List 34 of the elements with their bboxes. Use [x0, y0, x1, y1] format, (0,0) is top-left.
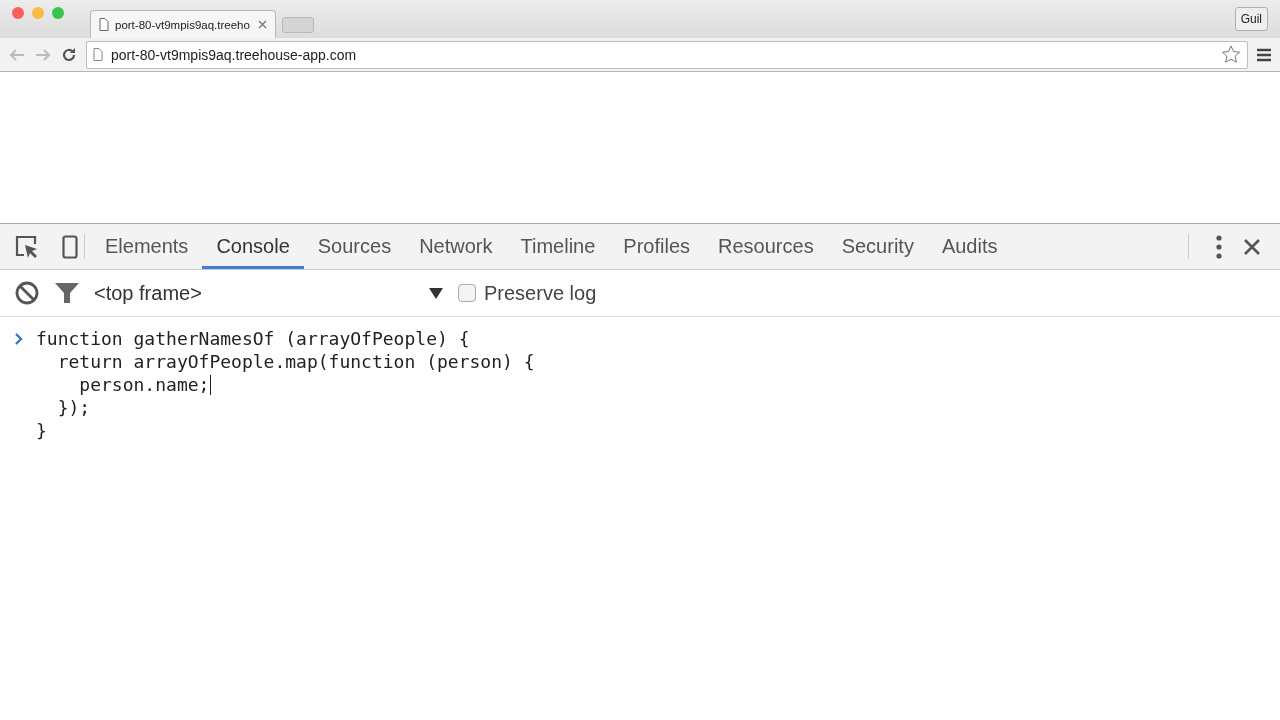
devtools-tab[interactable]: Timeline: [506, 224, 610, 269]
checkbox-label: Preserve log: [484, 281, 597, 305]
close-icon[interactable]: [1243, 237, 1261, 256]
code-line: });: [56, 396, 91, 419]
devtools-tab[interactable]: Security: [827, 224, 928, 269]
star-icon[interactable]: [1221, 45, 1241, 64]
devtools-tab[interactable]: Elements: [91, 224, 203, 269]
devtools-tab[interactable]: Sources: [303, 224, 406, 269]
code-line: function gatherNamesOf (arrayOfPeople) {: [36, 327, 470, 350]
devtools-tab[interactable]: Audits: [927, 224, 1012, 269]
close-icon[interactable]: [258, 20, 267, 29]
code-line: person.name;: [78, 373, 210, 396]
preserve-log-checkbox[interactable]: [458, 284, 476, 302]
more-icon[interactable]: [1215, 233, 1223, 260]
context-selector[interactable]: <top frame>: [94, 281, 414, 305]
clear-icon[interactable]: [14, 280, 40, 306]
prompt-icon: [14, 332, 24, 346]
tab-title: port-80-vt9mpis9aq.treeho: [115, 18, 251, 31]
device-icon[interactable]: [62, 234, 78, 259]
page-icon: [93, 48, 103, 61]
dropdown-caret-icon[interactable]: [428, 286, 444, 300]
devtools-tab[interactable]: Resources: [704, 224, 828, 269]
browser-tab[interactable]: port-80-vt9mpis9aq.treeho: [90, 10, 276, 38]
inspect-icon[interactable]: [14, 233, 40, 260]
code-line: return arrayOfPeople.map(function (person) {: [56, 350, 535, 373]
devtools-tab[interactable]: Network: [405, 224, 507, 269]
page-icon: [99, 18, 109, 31]
address-bar[interactable]: port-80-vt9mpis9aq.treehouse-app.com: [86, 40, 1248, 69]
devtools-tab[interactable]: Profiles: [609, 224, 705, 269]
devtools-tab[interactable]: Console: [202, 224, 304, 269]
menu-icon[interactable]: [1256, 47, 1272, 62]
code-line: }: [36, 419, 47, 442]
profile-button[interactable]: Guil: [1234, 7, 1268, 31]
filter-icon[interactable]: [54, 281, 80, 305]
